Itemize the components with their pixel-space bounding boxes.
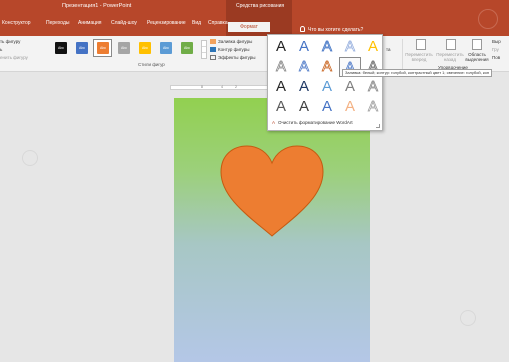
- wordart-style-4-1[interactable]: A: [270, 97, 292, 117]
- wordart-style-2-1[interactable]: A: [270, 57, 292, 77]
- text-box-label[interactable]: ь: [0, 47, 2, 52]
- tab-review[interactable]: Рецензирование: [145, 16, 188, 30]
- tab-animations[interactable]: Анимация: [76, 16, 103, 30]
- send-backward-label[interactable]: Переместить назад: [435, 52, 465, 62]
- shape-fill-button[interactable]: Заливка фигуры: [210, 39, 252, 44]
- group-button[interactable]: Гру: [492, 47, 499, 52]
- shape-fill-label: Заливка фигуры: [218, 39, 253, 44]
- ribbon-separator: [402, 39, 403, 69]
- wordart-style-2-3[interactable]: A: [316, 57, 338, 77]
- account-icon[interactable]: [478, 9, 498, 29]
- effects-icon: [210, 55, 216, 60]
- shape-style-gold[interactable]: Abc: [139, 42, 151, 54]
- tab-help[interactable]: Справка: [206, 16, 230, 30]
- wordart-style-3-2[interactable]: A: [293, 77, 315, 97]
- shape-style-grey-label: Abc: [120, 46, 128, 50]
- rotate-button[interactable]: Пов: [492, 55, 500, 60]
- shape-effects-button[interactable]: Эффекты фигуры: [210, 55, 256, 60]
- shape-style-blue[interactable]: Abc: [76, 42, 88, 54]
- shape-outline-label: Контур фигуры: [218, 47, 250, 52]
- shape-effects-label: Эффекты фигуры: [218, 55, 256, 60]
- wordart-style-4-5[interactable]: A: [362, 97, 384, 117]
- shape-style-black-label: Abc: [57, 46, 65, 50]
- ruler-label-2: 2: [235, 85, 237, 89]
- shape-style-black[interactable]: Abc: [55, 42, 67, 54]
- wordart-style-1-1[interactable]: A: [270, 37, 292, 57]
- wordart-style-1-2[interactable]: A: [293, 37, 315, 57]
- wordart-tooltip: Заливка: белый; контур: голубой, контрас…: [342, 69, 493, 77]
- tab-transitions[interactable]: Переходы: [44, 16, 71, 30]
- selection-pane-label[interactable]: Область выделения: [465, 52, 489, 62]
- shape-styles-scroll[interactable]: [201, 40, 207, 59]
- wordart-style-1-3[interactable]: A: [316, 37, 338, 57]
- title-bar: Средства рисования Презентация1 - PowerP…: [0, 0, 509, 36]
- lightbulb-icon: [300, 26, 305, 32]
- wordart-gallery: AAAAAAAAAAAAAAAAAAAA A Очистить форматиро…: [267, 34, 383, 131]
- tab-view[interactable]: Вид: [190, 16, 203, 30]
- shape-style-grey[interactable]: Abc: [118, 42, 130, 54]
- send-backward-icon[interactable]: [446, 39, 456, 50]
- text-direction-partial[interactable]: та: [386, 47, 391, 52]
- wordart-style-3-1[interactable]: A: [270, 77, 292, 97]
- wordart-style-1-5[interactable]: A: [362, 37, 384, 57]
- clear-wordart-button[interactable]: A Очистить форматирование WordArt: [272, 120, 353, 125]
- wordart-style-4-4[interactable]: A: [339, 97, 361, 117]
- tell-me-search[interactable]: Что вы хотите сделать?: [300, 26, 363, 33]
- ruler-label-8: 8: [201, 85, 203, 89]
- tab-design[interactable]: Конструктор: [0, 16, 33, 30]
- ruler-label-4: 4: [221, 85, 223, 89]
- shape-style-lightblue[interactable]: Abc: [160, 42, 172, 54]
- shape-style-green[interactable]: Abc: [181, 42, 193, 54]
- wordart-style-4-2[interactable]: A: [293, 97, 315, 117]
- shape-outline-button[interactable]: Контур фигуры: [210, 47, 249, 52]
- context-group-label: Средства рисования: [236, 3, 285, 9]
- tab-format[interactable]: Формат: [228, 22, 270, 32]
- shape-style-green-label: Abc: [183, 46, 191, 50]
- shape-style-lightblue-label: Abc: [162, 46, 170, 50]
- heart-path[interactable]: [220, 145, 324, 237]
- resize-grip-icon[interactable]: [376, 124, 380, 128]
- window-title: Презентация1 - PowerPoint: [62, 3, 132, 9]
- pen-icon: [210, 47, 216, 52]
- wordart-style-1-4[interactable]: A: [339, 37, 361, 57]
- clear-wordart-label: Очистить форматирование WordArt: [278, 120, 353, 125]
- tell-me-text: Что вы хотите сделать?: [308, 27, 364, 33]
- shape-style-gold-label: Abc: [141, 46, 149, 50]
- selection-pane-icon[interactable]: [472, 39, 482, 50]
- scroll-down-icon[interactable]: [202, 47, 206, 53]
- align-button[interactable]: Выр: [492, 39, 501, 44]
- wordart-style-4-3[interactable]: A: [316, 97, 338, 117]
- watermark-icon: [22, 150, 38, 166]
- shape-styles-group-label: Стили фигур: [138, 62, 165, 67]
- change-shape-label[interactable]: енить фигуру: [0, 55, 28, 60]
- wordart-style-2-2[interactable]: A: [293, 57, 315, 77]
- shape-style-orange-label: Abc: [99, 46, 107, 50]
- heart-shape[interactable]: [219, 144, 325, 240]
- tab-slideshow[interactable]: Слайд-шоу: [109, 16, 139, 30]
- eraser-icon: A: [272, 120, 276, 125]
- ribbon: ть фигуру ь енить фигуру Abc Abc Abc Abc…: [0, 36, 509, 72]
- shape-style-orange[interactable]: Abc: [97, 42, 109, 54]
- watermark-icon: [460, 310, 476, 326]
- bring-forward-icon[interactable]: [416, 39, 426, 50]
- edit-shape-label[interactable]: ть фигуру: [0, 39, 20, 44]
- shape-style-blue-label: Abc: [78, 46, 86, 50]
- slide-canvas[interactable]: [174, 98, 370, 362]
- paint-bucket-icon: [210, 39, 216, 44]
- wordart-style-3-3[interactable]: A: [316, 77, 338, 97]
- wordart-style-3-5[interactable]: A: [362, 77, 384, 97]
- wordart-style-3-4[interactable]: A: [339, 77, 361, 97]
- bring-forward-label[interactable]: Переместить вперед: [404, 52, 434, 62]
